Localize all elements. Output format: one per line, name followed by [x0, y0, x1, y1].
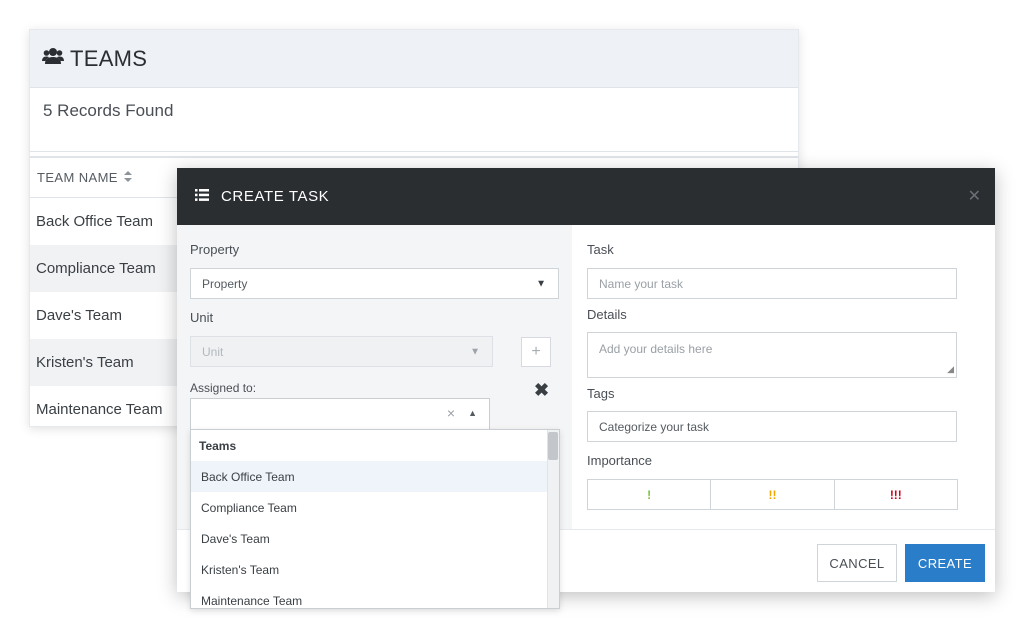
assigned-select[interactable]: × ▲	[190, 398, 490, 430]
unit-select[interactable]: Unit ▼	[190, 336, 493, 367]
tags-label: Tags	[587, 386, 615, 401]
users-icon	[42, 47, 64, 70]
dropdown-option[interactable]: Dave's Team	[191, 523, 548, 554]
importance-low-label: !	[647, 487, 652, 502]
caret-up-icon[interactable]: ▲	[468, 408, 477, 418]
teams-title: TEAMS	[70, 45, 148, 71]
clear-icon[interactable]: ×	[447, 405, 455, 421]
unit-label: Unit	[190, 310, 214, 325]
modal-header: CREATE TASK ✕	[177, 168, 995, 225]
dropdown-option[interactable]: Back Office Team	[191, 461, 548, 492]
property-value: Property	[202, 276, 248, 291]
teams-header: TEAMS	[30, 30, 798, 88]
dropdown-option[interactable]: Kristen's Team	[191, 554, 548, 585]
screen: TEAMS 5 Records Found TEAM NAME Back Off…	[0, 0, 1024, 639]
details-label: Details	[587, 307, 627, 322]
dropdown-group-label: Teams	[199, 438, 237, 453]
dropdown-list: Teams Back Office Team Compliance Team D…	[191, 430, 548, 608]
task-input[interactable]: Name your task	[587, 268, 957, 299]
caret-down-icon: ▼	[536, 278, 546, 289]
unit-placeholder: Unit	[202, 344, 224, 359]
importance-medium-label: !!	[768, 487, 777, 502]
remove-icon[interactable]: ✖	[534, 380, 549, 401]
records-count: 5 Records Found	[30, 88, 798, 152]
list-icon	[195, 188, 209, 206]
assigned-label: Assigned to:	[190, 381, 257, 395]
cancel-button[interactable]: CANCEL	[817, 544, 897, 582]
resize-handle-icon[interactable]: ◢	[947, 364, 954, 375]
importance-high-label: !!!	[889, 487, 902, 502]
dropdown-option[interactable]: Maintenance Team	[191, 585, 548, 608]
tags-placeholder: Categorize your task	[599, 419, 710, 434]
close-icon[interactable]: ✕	[968, 186, 981, 206]
details-placeholder: Add your details here	[599, 342, 713, 356]
assigned-dropdown: Teams Back Office Team Compliance Team D…	[190, 429, 560, 609]
modal-title: CREATE TASK	[221, 188, 330, 205]
dropdown-scrollbar[interactable]	[547, 430, 559, 608]
importance-low-button[interactable]: !	[587, 479, 712, 510]
tags-input[interactable]: Categorize your task	[587, 411, 957, 442]
column-header-label: TEAM NAME	[37, 170, 118, 185]
dropdown-option[interactable]: Compliance Team	[191, 492, 548, 523]
importance-high-button[interactable]: !!!	[833, 479, 958, 510]
right-column: Task Name your task Details Add your det…	[572, 225, 995, 529]
importance-label: Importance	[587, 453, 653, 468]
scrollbar-thumb[interactable]	[548, 432, 558, 460]
importance-group: ! !! !!!	[587, 479, 958, 510]
create-button[interactable]: CREATE	[905, 544, 985, 582]
add-unit-button[interactable]: +	[521, 337, 551, 367]
property-select[interactable]: Property ▼	[190, 268, 559, 299]
importance-medium-button[interactable]: !!	[710, 479, 835, 510]
caret-down-icon: ▼	[470, 346, 480, 357]
sort-icon[interactable]	[123, 170, 132, 185]
property-label: Property	[190, 242, 240, 257]
task-placeholder: Name your task	[599, 276, 684, 291]
task-label: Task	[587, 242, 614, 257]
details-textarea[interactable]: Add your details here ◢	[587, 332, 957, 378]
